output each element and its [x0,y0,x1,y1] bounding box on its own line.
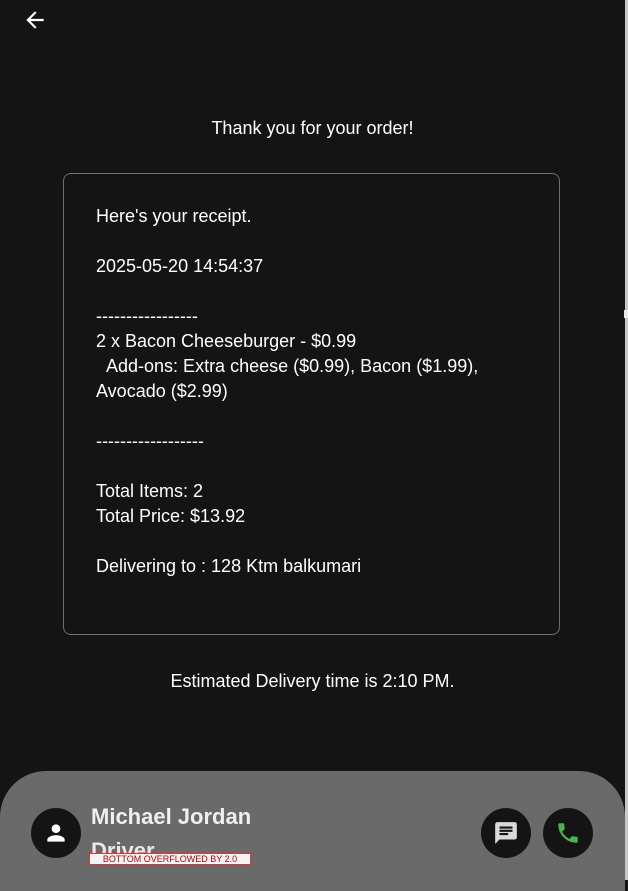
message-driver-button[interactable] [481,808,531,858]
receipt-text: Here's your receipt. 2025-05-20 14:54:37… [96,206,479,576]
message-icon [495,822,517,844]
driver-panel: Michael Jordan Driver BOTTOM OVERFLOWED … [0,771,625,891]
thank-you-message: Thank you for your order! [211,118,414,138]
back-button[interactable] [20,6,50,34]
overflow-warning: BOTTOM OVERFLOWED BY 2.0 PIXELS [89,853,251,865]
phone-icon [558,823,578,843]
person-icon [47,824,65,842]
receipt-card: Here's your receipt. 2025-05-20 14:54:37… [63,173,560,635]
avatar [31,808,81,858]
arrow-left-icon [26,11,44,29]
scrollbar-thumb[interactable] [624,310,628,318]
call-driver-button[interactable] [543,808,593,858]
driver-name: Michael Jordan [91,804,252,829]
estimated-delivery-text: Estimated Delivery time is 2:10 PM. [170,671,455,691]
